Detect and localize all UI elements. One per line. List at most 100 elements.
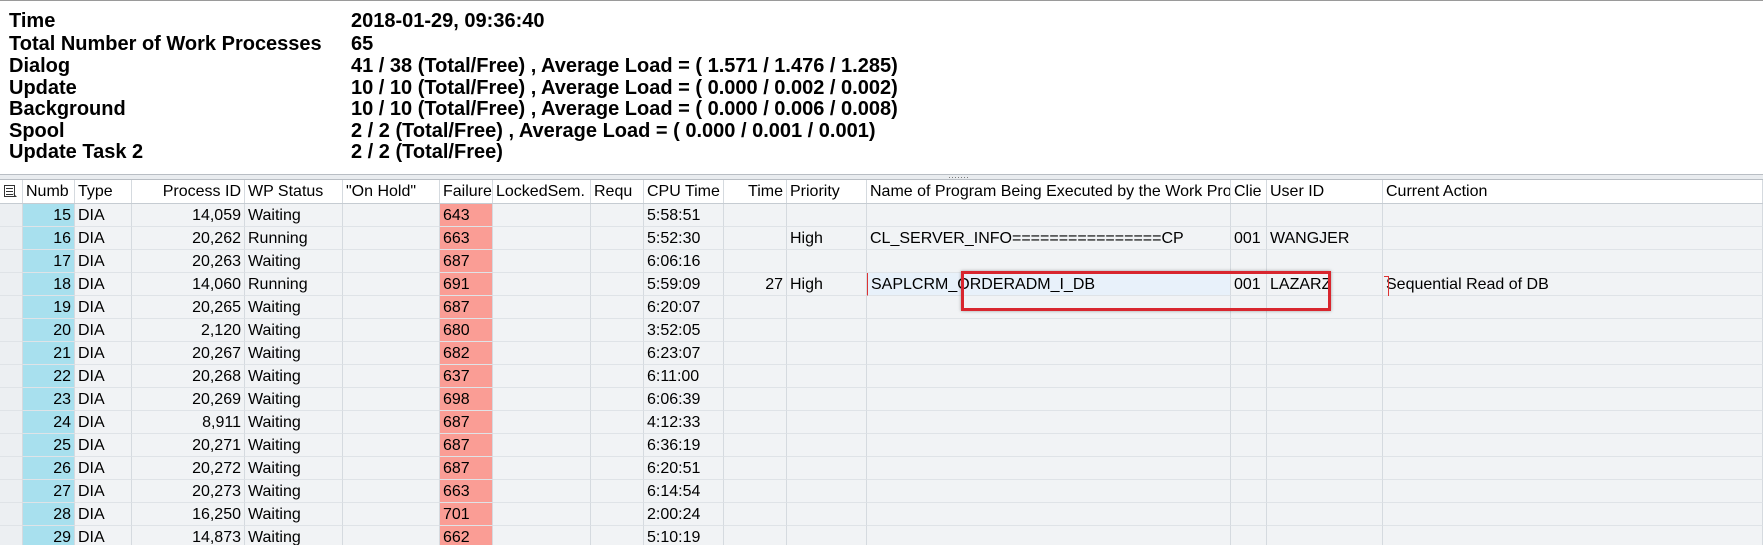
table-row[interactable]: 15 DIA 14,059 Waiting 643 5:58:51 xyxy=(0,204,1763,227)
cell-col-locked-sem[interactable] xyxy=(493,480,591,503)
header-col-client[interactable]: Clie xyxy=(1231,180,1267,203)
cell-col-program-name[interactable] xyxy=(867,480,1231,503)
cell-col-type[interactable]: DIA xyxy=(75,480,132,503)
cell-col-numb[interactable]: 21 xyxy=(23,342,75,365)
header-col-process-id[interactable]: Process ID xyxy=(132,180,245,203)
cell-col-current-action[interactable] xyxy=(1383,250,1763,273)
cell-col-process-id[interactable]: 14,060 xyxy=(132,273,245,296)
cell-col-user-id[interactable] xyxy=(1267,503,1383,526)
cell-col-on-hold[interactable] xyxy=(343,227,440,250)
cell-col-failures[interactable]: 663 xyxy=(440,480,493,503)
cell-col-wp-status[interactable]: Waiting xyxy=(245,365,343,388)
cell-col-failures[interactable]: 687 xyxy=(440,434,493,457)
cell-col-wp-status[interactable]: Running xyxy=(245,273,343,296)
cell-col-type[interactable]: DIA xyxy=(75,457,132,480)
cell-col-client[interactable]: 001 xyxy=(1231,227,1267,250)
cell-col-numb[interactable]: 15 xyxy=(23,204,75,227)
cell-col-priority[interactable] xyxy=(787,319,867,342)
cell-col-numb[interactable]: 29 xyxy=(23,526,75,545)
cell-col-requ[interactable] xyxy=(591,411,644,434)
cell-col-type[interactable]: DIA xyxy=(75,503,132,526)
cell-col-type[interactable]: DIA xyxy=(75,273,132,296)
cell-col-failures[interactable]: 691 xyxy=(440,273,493,296)
cell-col-cpu-time[interactable]: 4:12:33 xyxy=(644,411,724,434)
cell-col-process-id[interactable]: 14,873 xyxy=(132,526,245,545)
row-selector[interactable] xyxy=(0,457,23,480)
header-col-on-hold[interactable]: "On Hold" xyxy=(343,180,440,203)
cell-col-current-action[interactable] xyxy=(1383,480,1763,503)
cell-col-numb[interactable]: 18 xyxy=(23,273,75,296)
header-col-current-action[interactable]: Current Action xyxy=(1383,180,1763,203)
cell-col-current-action[interactable] xyxy=(1383,204,1763,227)
cell-col-wp-status[interactable]: Waiting xyxy=(245,503,343,526)
cell-col-time[interactable] xyxy=(724,388,787,411)
cell-col-requ[interactable] xyxy=(591,250,644,273)
cell-col-on-hold[interactable] xyxy=(343,342,440,365)
cell-col-type[interactable]: DIA xyxy=(75,388,132,411)
cell-col-locked-sem[interactable] xyxy=(493,273,591,296)
cell-col-user-id[interactable] xyxy=(1267,411,1383,434)
cell-col-user-id[interactable] xyxy=(1267,434,1383,457)
cell-col-priority[interactable] xyxy=(787,526,867,545)
cell-col-cpu-time[interactable]: 6:20:51 xyxy=(644,457,724,480)
cell-col-client[interactable] xyxy=(1231,526,1267,545)
cell-col-requ[interactable] xyxy=(591,388,644,411)
cell-col-wp-status[interactable]: Waiting xyxy=(245,250,343,273)
header-col-priority[interactable]: Priority xyxy=(787,180,867,203)
cell-col-cpu-time[interactable]: 6:11:00 xyxy=(644,365,724,388)
cell-col-numb[interactable]: 20 xyxy=(23,319,75,342)
cell-col-wp-status[interactable]: Running xyxy=(245,227,343,250)
cell-col-cpu-time[interactable]: 5:52:30 xyxy=(644,227,724,250)
cell-col-client[interactable] xyxy=(1231,365,1267,388)
cell-col-process-id[interactable]: 20,269 xyxy=(132,388,245,411)
cell-col-priority[interactable] xyxy=(787,204,867,227)
cell-col-current-action[interactable] xyxy=(1383,526,1763,545)
cell-col-type[interactable]: DIA xyxy=(75,434,132,457)
cell-col-current-action[interactable] xyxy=(1383,457,1763,480)
cell-col-wp-status[interactable]: Waiting xyxy=(245,434,343,457)
cell-col-time[interactable] xyxy=(724,526,787,545)
cell-col-program-name[interactable] xyxy=(867,434,1231,457)
row-selector[interactable] xyxy=(0,273,23,296)
table-row[interactable]: 27 DIA 20,273 Waiting 663 6:14:54 xyxy=(0,480,1763,503)
cell-col-program-name[interactable] xyxy=(867,365,1231,388)
table-row[interactable]: 20 DIA 2,120 Waiting 680 3:52:05 xyxy=(0,319,1763,342)
cell-col-current-action[interactable] xyxy=(1383,365,1763,388)
cell-col-current-action[interactable]: Sequential Read of DB xyxy=(1383,273,1763,296)
row-selector[interactable] xyxy=(0,503,23,526)
cell-col-wp-status[interactable]: Waiting xyxy=(245,480,343,503)
cell-col-time[interactable] xyxy=(724,457,787,480)
cell-col-wp-status[interactable]: Waiting xyxy=(245,296,343,319)
cell-col-process-id[interactable]: 2,120 xyxy=(132,319,245,342)
cell-col-requ[interactable] xyxy=(591,296,644,319)
row-selector[interactable] xyxy=(0,342,23,365)
cell-col-client[interactable] xyxy=(1231,319,1267,342)
cell-col-type[interactable]: DIA xyxy=(75,319,132,342)
cell-col-locked-sem[interactable] xyxy=(493,227,591,250)
cell-col-locked-sem[interactable] xyxy=(493,457,591,480)
cell-col-process-id[interactable]: 20,265 xyxy=(132,296,245,319)
header-col-numb[interactable]: Numb xyxy=(23,180,75,203)
cell-col-on-hold[interactable] xyxy=(343,434,440,457)
cell-col-numb[interactable]: 27 xyxy=(23,480,75,503)
cell-col-time[interactable] xyxy=(724,227,787,250)
cell-col-numb[interactable]: 28 xyxy=(23,503,75,526)
cell-col-program-name[interactable] xyxy=(867,457,1231,480)
cell-col-requ[interactable] xyxy=(591,204,644,227)
cell-col-failures[interactable]: 687 xyxy=(440,250,493,273)
table-row[interactable]: 26 DIA 20,272 Waiting 687 6:20:51 xyxy=(0,457,1763,480)
cell-col-time[interactable]: 27 xyxy=(724,273,787,296)
cell-col-requ[interactable] xyxy=(591,227,644,250)
cell-col-locked-sem[interactable] xyxy=(493,365,591,388)
cell-col-cpu-time[interactable]: 6:14:54 xyxy=(644,480,724,503)
header-col-locked-sem[interactable]: LockedSem. xyxy=(493,180,591,203)
cell-col-current-action[interactable] xyxy=(1383,411,1763,434)
cell-col-numb[interactable]: 19 xyxy=(23,296,75,319)
cell-col-priority[interactable] xyxy=(787,365,867,388)
cell-col-requ[interactable] xyxy=(591,480,644,503)
cell-col-cpu-time[interactable]: 6:06:39 xyxy=(644,388,724,411)
cell-col-process-id[interactable]: 14,059 xyxy=(132,204,245,227)
cell-col-client[interactable] xyxy=(1231,480,1267,503)
header-col-failures[interactable]: Failures xyxy=(440,180,493,203)
cell-col-type[interactable]: DIA xyxy=(75,411,132,434)
